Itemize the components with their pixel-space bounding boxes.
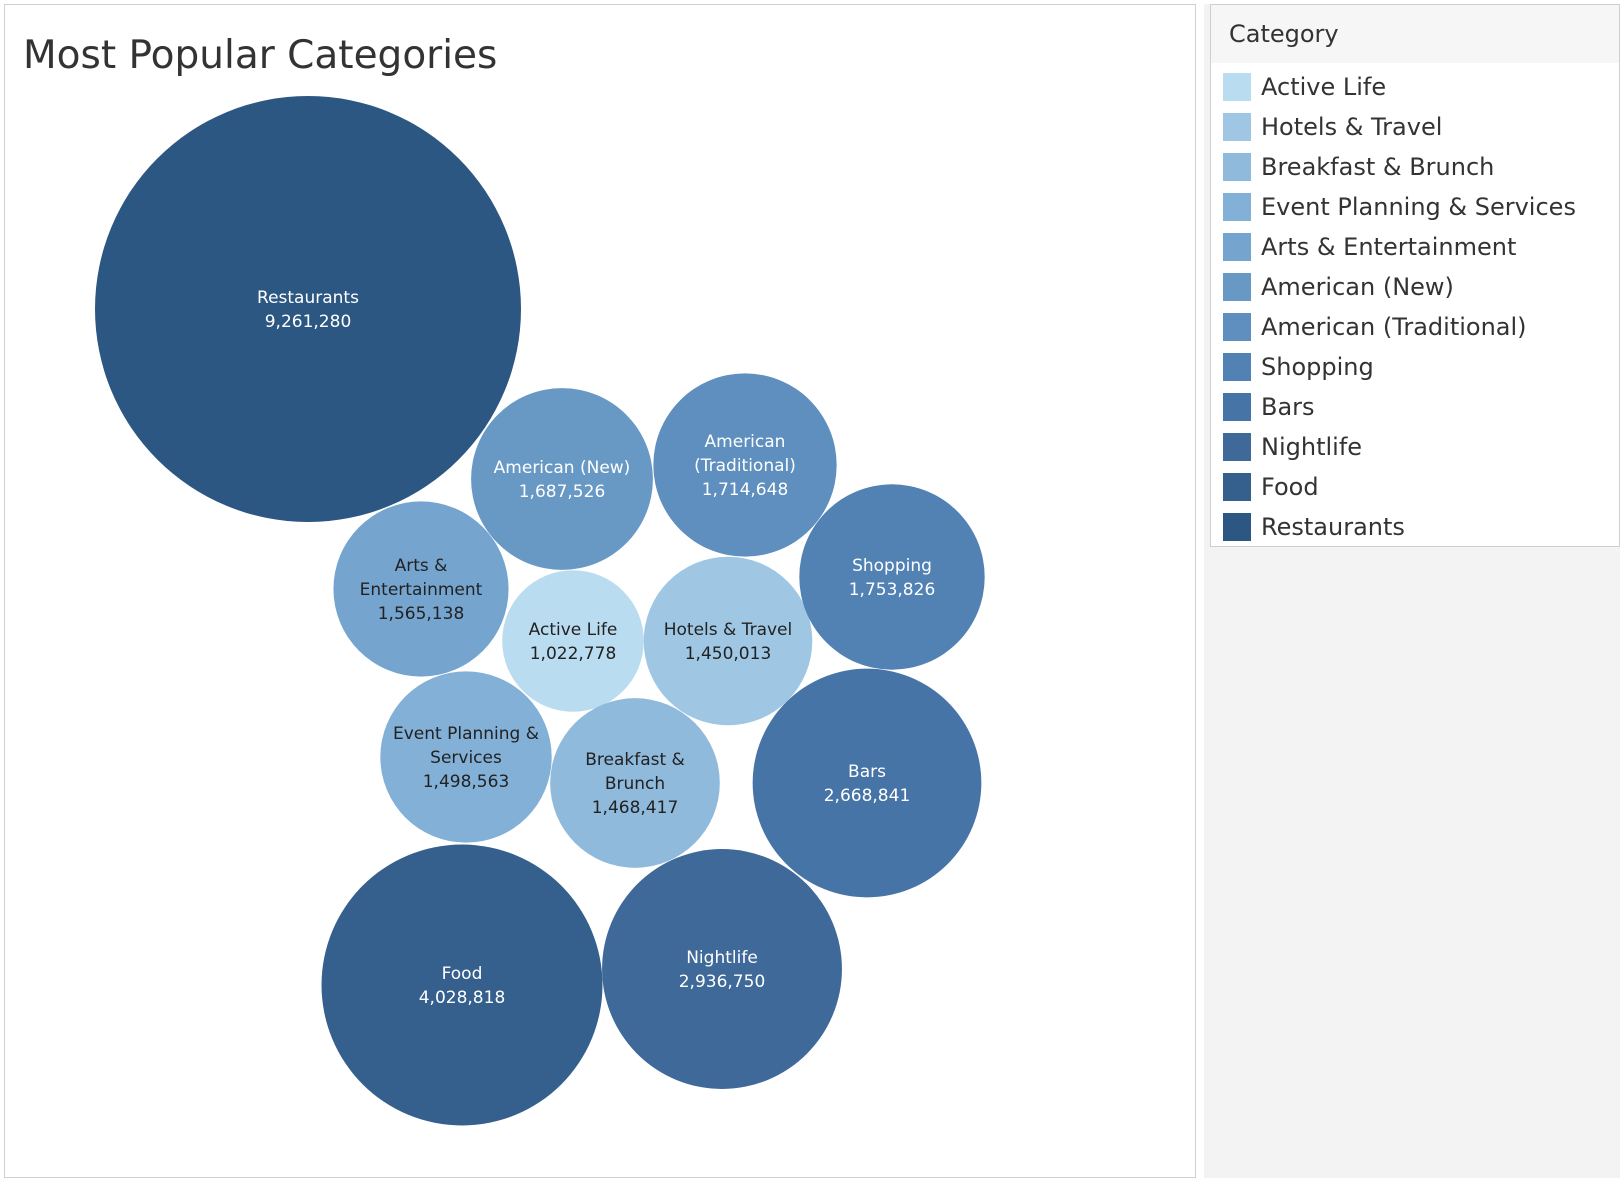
legend-swatch [1223,193,1251,221]
bubble-circle[interactable] [643,556,813,726]
legend-item-breakfast-brunch[interactable]: Breakfast & Brunch [1211,147,1576,187]
legend-item-food[interactable]: Food [1211,467,1576,507]
bubble-arts-entertainment[interactable]: Arts & Entertainment 1,565,138 [333,501,509,677]
legend-item-arts-entertainment[interactable]: Arts & Entertainment [1211,227,1576,267]
legend-label: Food [1261,473,1319,501]
bubble-label: Brunch [605,774,665,794]
bubble-breakfast-brunch[interactable]: Breakfast & Brunch 1,468,417 [550,698,720,868]
legend-item-event-planning-services[interactable]: Event Planning & Services [1211,187,1576,227]
bubble-label: Food [442,964,483,984]
legend-item-shopping[interactable]: Shopping [1211,347,1576,387]
bubble-value: 9,261,280 [265,312,352,332]
legend-item-american-new[interactable]: American (New) [1211,267,1576,307]
bubble-value: 1,565,138 [378,604,465,624]
legend-label: Restaurants [1261,513,1405,541]
bubble-circle[interactable] [321,844,603,1126]
bubble-label: Restaurants [257,288,359,308]
legend-label: Hotels & Travel [1261,113,1443,141]
bubble-value: 2,936,750 [679,972,766,992]
legend-swatch [1223,513,1251,541]
bubble-label: Arts & [395,556,448,576]
bubble-label: Nightlife [686,948,758,968]
bubble-label: Breakfast & [585,750,685,770]
legend-swatch [1223,233,1251,261]
bubble-shopping[interactable]: Shopping 1,753,826 [799,484,985,670]
bubble-label: Services [430,748,502,768]
chart-panel: Most Popular Categories Active Life 1,022… [4,4,1196,1178]
legend-item-bars[interactable]: Bars [1211,387,1576,427]
bubble-active-life[interactable]: Active Life 1,022,778 [502,570,644,712]
bubble-american-traditional[interactable]: American (Traditional) 1,714,648 [653,373,837,557]
legend-label: Event Planning & Services [1261,193,1576,221]
bubble-food[interactable]: Food 4,028,818 [321,844,603,1126]
bubble-hotels-travel[interactable]: Hotels & Travel 1,450,013 [643,556,813,726]
sidebar: Category Active Life Hotels & Travel Break… [1204,4,1620,1178]
bubble-nightlife[interactable]: Nightlife 2,936,750 [602,849,842,1089]
bubble-restaurants[interactable]: Restaurants 9,261,280 [95,96,521,522]
bubble-event-planning-services[interactable]: Event Planning & Services 1,498,563 [380,671,552,843]
bubble-label: Hotels & Travel [664,620,793,640]
legend-item-active-life[interactable]: Active Life [1211,67,1576,107]
bubble-label: (Traditional) [694,456,796,476]
legend-swatch [1223,273,1251,301]
legend-label: Shopping [1261,353,1374,381]
bubble-value: 2,668,841 [824,786,911,806]
legend-label: Nightlife [1261,433,1363,461]
bubble-value: 1,468,417 [592,798,679,818]
bubble-value: 4,028,818 [419,988,506,1008]
bubble-value: 1,687,526 [519,482,606,502]
bubble-bars[interactable]: Bars 2,668,841 [752,668,982,898]
legend-swatch [1223,393,1251,421]
legend-swatch [1223,73,1251,101]
legend-list: Active Life Hotels & Travel Breakfast & Br… [1211,67,1576,547]
bubble-label: Active Life [529,620,618,640]
bubble-label: Entertainment [360,580,483,600]
legend-item-nightlife[interactable]: Nightlife [1211,427,1576,467]
bubble-label: Event Planning & [393,724,539,744]
legend-swatch [1223,433,1251,461]
bubble-value: 1,714,648 [702,480,789,500]
bubble-circle[interactable] [95,96,521,522]
bubble-circle[interactable] [502,570,644,712]
legend-item-restaurants[interactable]: Restaurants [1211,507,1576,547]
bubble-circle[interactable] [752,668,982,898]
legend-item-american-traditional[interactable]: American (Traditional) [1211,307,1576,347]
bubble-value: 1,753,826 [849,580,936,600]
bubble-circle[interactable] [471,388,653,570]
legend-label: American (Traditional) [1261,313,1527,341]
bubble-label: Bars [848,762,886,782]
legend-title: Category [1229,20,1339,48]
legend-swatch [1223,113,1251,141]
legend-label: Bars [1261,393,1315,421]
bubble-label: American [705,432,786,452]
bubble-value: 1,498,563 [423,772,510,792]
legend-swatch [1223,153,1251,181]
legend-label: American (New) [1261,273,1454,301]
legend-label: Active Life [1261,73,1387,101]
bubble-circle[interactable] [602,849,842,1089]
legend-label: Arts & Entertainment [1261,233,1517,261]
bubble-value: 1,450,013 [685,644,772,664]
bubble-value: 1,022,778 [530,644,617,664]
legend-swatch [1223,353,1251,381]
legend-swatch [1223,313,1251,341]
legend: Category Active Life Hotels & Travel Break… [1210,4,1620,547]
legend-item-hotels-travel[interactable]: Hotels & Travel [1211,107,1576,147]
legend-swatch [1223,473,1251,501]
bubble-label: American (New) [494,458,631,478]
legend-label: Breakfast & Brunch [1261,153,1495,181]
bubble-chart: Active Life 1,022,778 Hotels & Travel 1,450… [95,96,985,1126]
bubble-label: Shopping [852,556,932,576]
bubble-circle[interactable] [799,484,985,670]
bubble-american-new[interactable]: American (New) 1,687,526 [471,388,653,570]
